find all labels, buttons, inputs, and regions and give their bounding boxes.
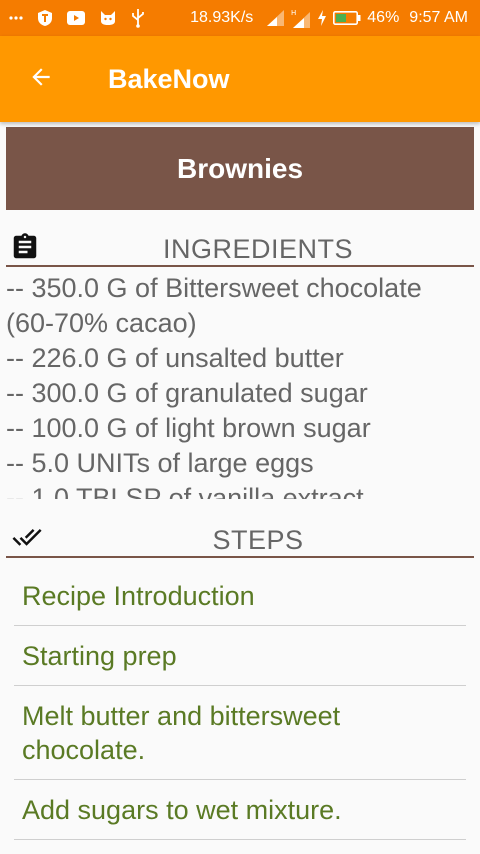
shield-icon [37, 9, 53, 27]
cat-icon [99, 10, 117, 26]
signal-h-icon: H [291, 8, 311, 28]
ingredient-item: -- 300.0 G of granulated sugar [6, 378, 368, 408]
steps-header: STEPS [6, 518, 474, 558]
arrow-back-icon [28, 64, 54, 95]
ingredients-title: INGREDIENTS [162, 234, 354, 264]
clock: 9:57 AM [409, 9, 468, 26]
ingredients-list[interactable]: -- 350.0 G of Bittersweet chocolate (60-… [6, 271, 474, 499]
battery-level: 46% [367, 9, 400, 26]
battery-icon [333, 11, 361, 25]
app-bar: BakeNow [0, 36, 480, 122]
status-bar: 18.93K/s H 46% 9:57 AM [0, 0, 480, 36]
net-speed: 18.93K/s [190, 9, 254, 26]
signal-icon [267, 10, 285, 26]
more-icon [9, 16, 23, 20]
step-item[interactable]: Add sugars to wet mixture. [14, 780, 466, 840]
back-button[interactable] [0, 36, 84, 122]
steps-list: Recipe Introduction Starting prep Melt b… [14, 566, 466, 840]
step-item[interactable]: Melt butter and bittersweet chocolate. [14, 686, 466, 780]
app-title: BakeNow [108, 63, 230, 94]
ingredient-item: -- 226.0 G of unsalted butter [6, 343, 344, 373]
ingredients-header: INGREDIENTS [6, 227, 474, 267]
step-item[interactable]: Recipe Introduction [14, 566, 466, 626]
ingredient-item: -- 350.0 G of Bittersweet chocolate (60-… [6, 273, 422, 338]
ingredient-item: -- 1.0 TBLSP of vanilla extract [6, 483, 364, 499]
ingredient-item: -- 5.0 UNITs of large eggs [6, 448, 314, 478]
ingredient-item: -- 100.0 G of light brown sugar [6, 413, 371, 443]
steps-title: STEPS [212, 525, 304, 555]
recipe-header: Brownies [6, 127, 474, 210]
youtube-icon [67, 11, 85, 25]
usb-icon [131, 8, 145, 28]
svg-text:H: H [291, 9, 296, 17]
recipe-title: Brownies [176, 152, 304, 184]
charging-icon [317, 10, 327, 26]
step-item[interactable]: Starting prep [14, 626, 466, 686]
